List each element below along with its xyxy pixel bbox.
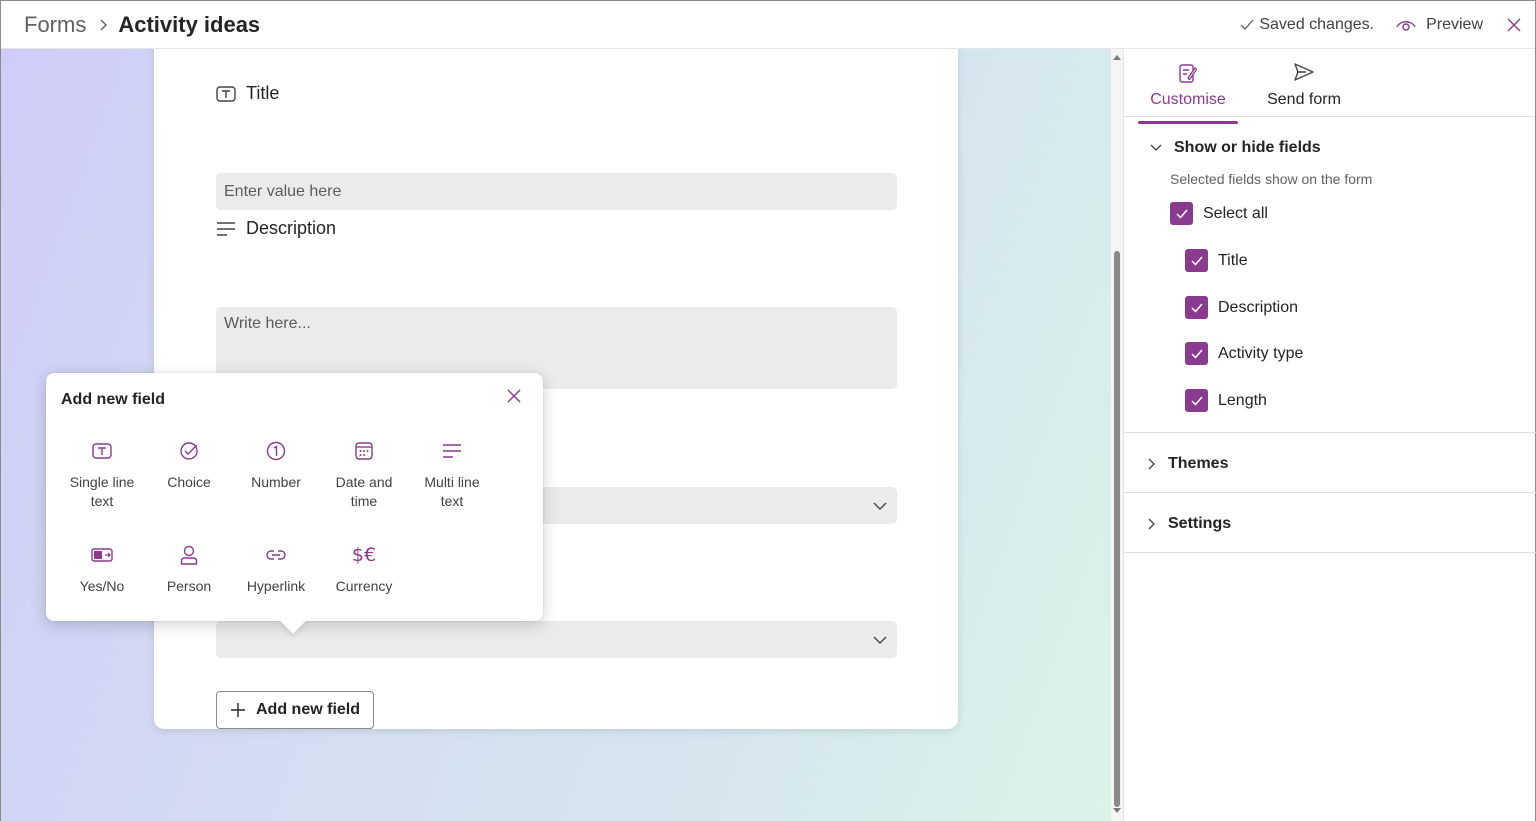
scroll-down-arrow[interactable]: [1113, 808, 1121, 813]
field-type-single-line-text[interactable]: Single line text: [62, 439, 142, 511]
chevron-down-icon: [873, 502, 887, 510]
add-new-field-button[interactable]: Add new field: [216, 691, 374, 729]
saved-status: Saved changes.: [1240, 16, 1374, 34]
field-type-label: Multi line text: [424, 474, 480, 509]
field-type-multi-line-text[interactable]: Multi line text: [412, 439, 492, 511]
close-icon[interactable]: [507, 389, 521, 403]
field-type-label: Number: [251, 474, 301, 490]
field-type-label: Hyperlink: [246, 578, 306, 594]
multiline-text-icon: [217, 221, 235, 236]
add-new-field-label: Add new field: [256, 701, 360, 718]
field-type-label: Date and time: [335, 474, 393, 509]
send-icon: [1258, 63, 1350, 87]
checkbox-select-all[interactable]: Select all: [1170, 202, 1268, 225]
tab-label: Send form: [1267, 91, 1341, 108]
saved-status-text: Saved changes.: [1259, 15, 1375, 33]
single-line-text-icon: [62, 439, 142, 463]
field-label-description: Description: [216, 218, 336, 239]
checkmark-icon: [1240, 19, 1254, 30]
settings-section-toggle[interactable]: Settings: [1148, 515, 1231, 533]
preview-label: Preview: [1426, 15, 1483, 33]
chevron-right-icon: [1148, 458, 1155, 470]
checkmark-icon: [1170, 202, 1193, 225]
text-field-icon: [216, 85, 236, 102]
tab-customise[interactable]: Customise: [1138, 63, 1238, 124]
preview-button[interactable]: Preview: [1396, 16, 1483, 34]
checkmark-icon: [1185, 342, 1208, 365]
customise-panel: Customise Send form Show or hide fields …: [1123, 49, 1536, 821]
currency-icon: $€: [351, 543, 377, 566]
scroll-thumb[interactable]: [1114, 251, 1120, 807]
close-icon[interactable]: [1507, 18, 1521, 32]
field-type-label: Choice: [167, 474, 211, 490]
checkbox-label: Title: [1218, 251, 1248, 269]
checkmark-icon: [1185, 296, 1208, 319]
field-label-title: Title: [216, 83, 279, 104]
section-title: Themes: [1168, 455, 1229, 472]
field-label-text: Title: [246, 83, 280, 103]
top-bar: Forms Activity ideas Saved changes. Prev…: [1, 1, 1535, 49]
field-type-label: Currency: [335, 578, 393, 594]
plus-icon: [231, 703, 245, 717]
chevron-right-icon: [98, 18, 108, 32]
chevron-down-icon: [873, 636, 887, 644]
checkbox-description[interactable]: Description: [1185, 296, 1298, 319]
panel-tabs: Customise Send form: [1124, 49, 1535, 124]
breadcrumb-forms-link[interactable]: Forms: [24, 12, 86, 38]
field-label-text: Description: [246, 218, 337, 238]
field-type-date-and-time[interactable]: Date and time: [324, 439, 404, 511]
checkbox-length[interactable]: Length: [1185, 389, 1267, 412]
person-icon: [149, 543, 229, 567]
chevron-down-icon: [1150, 144, 1162, 151]
divider: [1124, 432, 1536, 433]
checkbox-label: Activity type: [1218, 344, 1304, 362]
divider: [1124, 552, 1536, 553]
field-type-label: Single line text: [69, 474, 135, 509]
checkbox-label: Description: [1218, 298, 1299, 316]
link-icon: [236, 543, 316, 567]
eye-icon: [1396, 20, 1416, 31]
length-select[interactable]: [216, 621, 897, 658]
calendar-icon: [324, 439, 404, 463]
field-type-yes-no[interactable]: Yes/No: [62, 543, 142, 596]
show-hide-fields-toggle[interactable]: Show or hide fields: [1150, 139, 1321, 157]
choice-icon: [149, 439, 229, 463]
field-type-currency[interactable]: $€ Currency: [324, 543, 404, 596]
customise-icon: [1142, 63, 1234, 87]
field-type-label: Yes/No: [79, 578, 125, 594]
checkbox-label: Length: [1218, 391, 1267, 409]
form-canvas: Title Enter value here Description Write…: [1, 49, 1111, 821]
field-type-hyperlink[interactable]: Hyperlink: [236, 543, 316, 596]
title-input[interactable]: Enter value here: [216, 173, 897, 210]
field-type-choice[interactable]: Choice: [149, 439, 229, 492]
checkbox-label: Select all: [1203, 204, 1268, 222]
checkbox-activity-type[interactable]: Activity type: [1185, 342, 1303, 365]
themes-section-toggle[interactable]: Themes: [1148, 455, 1228, 473]
tab-send-form[interactable]: Send form: [1258, 63, 1350, 109]
yes-no-icon: [62, 543, 142, 567]
checkbox-title[interactable]: Title: [1185, 249, 1248, 272]
scrollbar[interactable]: [1111, 49, 1123, 821]
number-icon: [236, 439, 316, 463]
popup-title: Add new field: [61, 391, 165, 408]
show-hide-subtitle: Selected fields show on the form: [1170, 171, 1373, 187]
divider: [1124, 492, 1536, 493]
section-title: Settings: [1168, 515, 1232, 532]
scroll-up-arrow[interactable]: [1113, 55, 1121, 60]
breadcrumb: Forms Activity ideas: [1, 12, 260, 38]
chevron-right-icon: [1148, 518, 1155, 530]
page-title: Activity ideas: [118, 11, 261, 37]
field-type-person[interactable]: Person: [149, 543, 229, 596]
tab-label: Customise: [1150, 91, 1226, 108]
field-type-number[interactable]: Number: [236, 439, 316, 492]
field-type-label: Person: [166, 578, 212, 594]
add-field-popup: Add new field Single line text Choice Nu…: [46, 373, 543, 634]
multiline-text-icon: [412, 439, 492, 463]
checkmark-icon: [1185, 249, 1208, 272]
section-title: Show or hide fields: [1174, 139, 1321, 156]
checkmark-icon: [1185, 389, 1208, 412]
